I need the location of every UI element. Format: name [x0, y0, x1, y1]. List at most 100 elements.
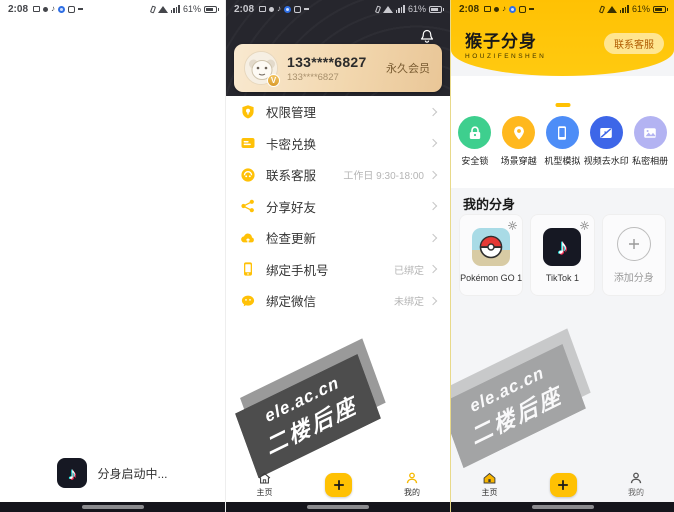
vpn-icon	[509, 5, 517, 13]
menu-item-bind-wechat[interactable]: 绑定微信 未绑定	[226, 285, 450, 317]
plus-icon	[558, 479, 568, 490]
app-notification-icon	[43, 6, 49, 12]
wechat-icon	[240, 293, 256, 309]
menu-label: 权限管理	[266, 106, 317, 121]
menu-value: 已绑定	[394, 265, 424, 277]
menu-item-check-update[interactable]: 检查更新	[226, 222, 450, 254]
clone-label: Pokémon GO 1	[460, 272, 523, 283]
signal-icon	[619, 5, 629, 13]
clone-card-tiktok[interactable]: ♪ TikTok 1	[530, 214, 595, 296]
member-phone-sub: 133****6827	[287, 71, 339, 83]
battery-icon	[204, 5, 219, 13]
status-time: 2:08	[8, 3, 29, 15]
nav-home[interactable]: 主页	[256, 471, 273, 498]
add-clone-button[interactable]	[325, 472, 352, 497]
gesture-handle[interactable]	[81, 505, 144, 509]
chevron-right-icon	[428, 233, 438, 242]
feature-label: 场景穿越	[500, 156, 537, 166]
add-clone-card[interactable]: 添加分身	[601, 214, 666, 296]
status-bar: 2:08 ♪ 61%	[0, 0, 225, 18]
add-clone-label: 添加分身	[613, 272, 654, 284]
menu-value: 工作日 9:30-18:00	[343, 171, 424, 183]
gear-icon[interactable]	[507, 218, 518, 230]
bottom-nav: 主页 我的	[451, 467, 674, 502]
status-system-icons: 61%	[149, 4, 219, 14]
plus-icon	[616, 226, 651, 261]
clone-card-pokemon-go[interactable]: Pokémon GO 1	[459, 214, 524, 296]
feature-device-simulation[interactable]: 机型模拟	[541, 116, 585, 167]
menu-label: 绑定微信	[266, 295, 317, 310]
clones-row: Pokémon GO 1 ♪ TikTok 1 添加分身	[459, 214, 666, 296]
gear-icon[interactable]	[579, 218, 590, 230]
chevron-right-icon	[428, 139, 438, 148]
feature-video-watermark-removal[interactable]: 视频去水印	[584, 116, 629, 167]
app-notification-icon	[494, 6, 500, 12]
nav-home-label: 主页	[256, 488, 273, 497]
menu-item-permissions[interactable]: 权限管理	[226, 96, 450, 128]
menu-item-redeem[interactable]: 卡密兑换	[226, 128, 450, 160]
system-nav-bar	[226, 502, 450, 512]
bell-icon[interactable]	[418, 26, 436, 44]
vpn-icon	[58, 5, 66, 13]
membership-level: 永久会员	[386, 63, 430, 75]
phone-icon	[240, 261, 256, 277]
chevron-right-icon	[428, 202, 438, 211]
signal-icon	[170, 5, 180, 13]
feature-grid: 安全锁 场景穿越 机型模拟 视频去水印 私密相册	[451, 116, 674, 188]
menu-value: 未绑定	[394, 297, 424, 309]
more-dash-icon	[304, 8, 310, 10]
add-clone-button[interactable]	[549, 472, 577, 497]
headset-smiley-icon	[240, 167, 256, 183]
status-time: 2:08	[459, 3, 480, 15]
home-icon	[483, 472, 496, 484]
member-texts: 133****6827 133****6827	[287, 54, 367, 83]
menu-item-share[interactable]: 分享好友	[226, 191, 450, 223]
feature-security-lock[interactable]: 安全锁	[453, 116, 497, 167]
battery-icon	[653, 5, 668, 13]
tiktok-app-icon: ♪	[57, 458, 88, 488]
clone-launching-row: ♪ 分身启动中...	[0, 458, 225, 488]
signal-icon	[395, 5, 405, 13]
status-notification-icons: ♪	[484, 5, 535, 13]
gesture-handle[interactable]	[531, 505, 594, 509]
menu-item-bind-phone[interactable]: 绑定手机号 已绑定	[226, 254, 450, 286]
status-system-icons: 61%	[598, 4, 668, 14]
gesture-handle[interactable]	[307, 505, 369, 509]
lock-icon	[458, 116, 492, 149]
feature-label: 机型模拟	[544, 156, 581, 166]
share-icon	[240, 198, 256, 214]
status-bar: 2:08 ♪ 61%	[451, 0, 674, 18]
person-icon	[630, 472, 642, 484]
camera-icon	[68, 5, 76, 13]
video-icon	[589, 116, 623, 149]
contact-service-button[interactable]: 联系客服	[604, 33, 664, 54]
more-dash-icon	[529, 8, 535, 10]
nav-mine-active[interactable]: 我的	[404, 471, 420, 498]
vibrate-icon	[598, 5, 605, 13]
menu-label: 卡密兑换	[266, 137, 317, 152]
nav-mine[interactable]: 我的	[628, 471, 644, 498]
feature-label: 安全锁	[461, 156, 489, 166]
menu-item-customer-service[interactable]: 联系客服 工作日 9:30-18:00	[226, 159, 450, 191]
chevron-right-icon	[428, 265, 438, 274]
cloud-update-icon	[240, 230, 256, 246]
member-card[interactable]: V 133****6827 133****6827 永久会员	[234, 44, 442, 92]
camera-icon	[294, 5, 302, 13]
nav-mine-label: 我的	[628, 488, 644, 497]
status-time: 2:08	[234, 3, 255, 15]
redeem-card-icon	[240, 135, 256, 151]
watermark: ele.ac.cn 二楼后座	[235, 354, 381, 478]
tiktok-note-icon: ♪	[277, 4, 282, 13]
wifi-icon	[382, 5, 393, 13]
home-icon	[258, 472, 271, 484]
system-nav-bar	[451, 502, 674, 512]
vip-badge-icon: V	[267, 74, 280, 87]
battery-icon	[429, 5, 444, 13]
feature-scene-travel[interactable]: 场景穿越	[497, 116, 541, 167]
clone-label: TikTok 1	[545, 272, 580, 283]
person-icon	[406, 472, 418, 484]
feature-private-album[interactable]: 私密相册	[628, 116, 672, 167]
bottom-nav: 主页 我的	[226, 467, 450, 502]
phone-icon	[545, 116, 579, 149]
nav-home-active[interactable]: 主页	[481, 471, 498, 498]
